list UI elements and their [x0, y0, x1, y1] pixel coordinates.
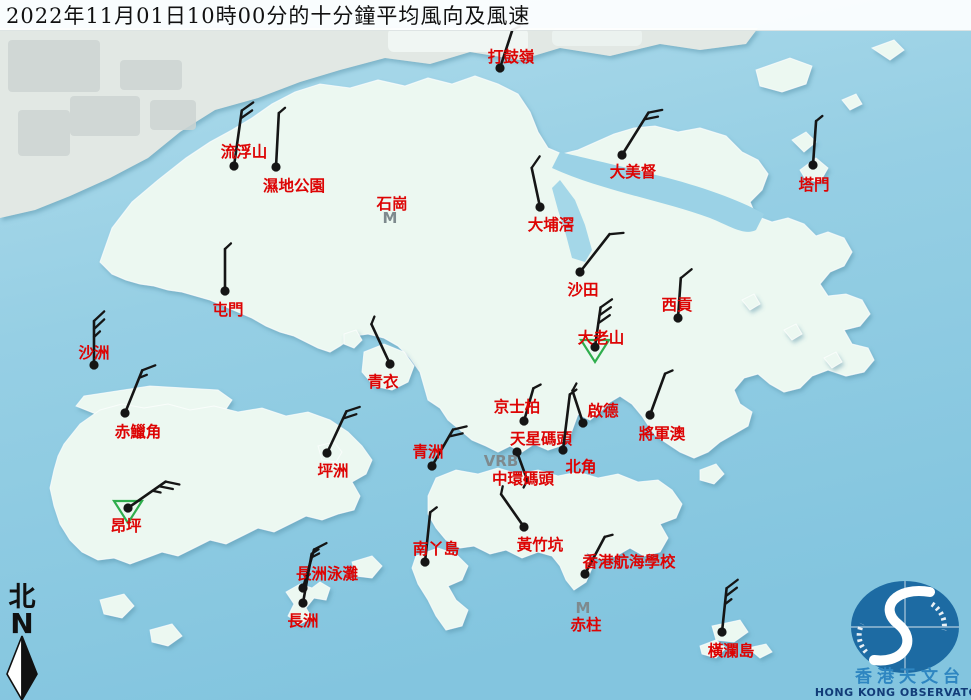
station-label: 青衣 [367, 372, 399, 391]
station-dot [575, 267, 584, 276]
station-label: 沙洲 [78, 344, 109, 362]
station-dot [808, 160, 817, 169]
wind-map-page: 流浮山濕地公園 打鼓嶺大美督大埔滘 塔門 M 石崗屯門沙洲 沙田西貢大老山青衣赤鱲角坪洲昂… [0, 0, 971, 700]
station-label: 大老山 [578, 328, 625, 347]
station-dot [535, 202, 544, 211]
station-dot [322, 448, 331, 457]
station-dot [519, 522, 528, 531]
station-label: 將軍澳 [639, 424, 686, 443]
station-label: 香港航海學校 [582, 552, 676, 571]
station-dot [617, 150, 626, 159]
hong-kong-map: 流浮山濕地公園 打鼓嶺大美督大埔滘 塔門 M 石崗屯門沙洲 沙田西貢大老山青衣赤鱲角坪洲昂… [0, 0, 971, 700]
station-label: 青洲 [412, 442, 443, 461]
station-label: 橫瀾島 [708, 641, 755, 660]
station-label: 南丫島 [413, 539, 460, 558]
station-dot [427, 461, 436, 470]
station-label: 坪洲 [317, 462, 348, 480]
station-dot [271, 162, 280, 171]
station-dot [420, 557, 429, 566]
station-label: 大埔滘 [528, 215, 575, 234]
station-label: 大美督 [610, 162, 657, 181]
map-title: 2022年11月01日10時00分的十分鐘平均風向及風速 [0, 0, 530, 30]
station-dot [220, 286, 229, 295]
compass-letter: N [10, 607, 33, 640]
station-label: 西貢 [661, 296, 693, 314]
station-label: 沙田 [567, 281, 598, 299]
station-marker-vrb: VRB [484, 452, 519, 470]
station-label: 黃竹坑 [516, 535, 564, 554]
station-label: 流浮山 [221, 142, 268, 161]
hko-logo-chinese: 香港天文台 [855, 666, 965, 687]
station-dot [578, 418, 587, 427]
station-label: 京士柏 [494, 397, 541, 416]
station-label: 濕地公園 [263, 176, 325, 195]
station-label: 昂坪 [110, 517, 142, 535]
station-dot [717, 627, 726, 636]
station-dot [229, 161, 238, 170]
station-marker-m: M [576, 599, 591, 617]
station-label: 屯門 [212, 300, 243, 319]
station-dot [298, 598, 307, 607]
station-label: 赤鱲角 [115, 422, 162, 441]
title-bar: 2022年11月01日10時00分的十分鐘平均風向及風速 [0, 0, 971, 31]
station-label: 長洲 [287, 612, 318, 630]
station-label: 赤柱 [570, 615, 602, 634]
station-dot [123, 503, 132, 512]
station-label: 啟德 [587, 401, 619, 420]
station-label: 塔門 [798, 175, 829, 194]
station-dot [558, 445, 567, 454]
station-label: 中環碼頭 [492, 469, 555, 488]
station-dot [645, 410, 654, 419]
station-label: 長洲泳灘 [296, 564, 359, 583]
station-dot [120, 408, 129, 417]
station-label: 打鼓嶺 [488, 47, 535, 66]
station-dot [519, 416, 528, 425]
station-dot [673, 313, 682, 322]
hko-logo-english: HONG KONG OBSERVATORY [815, 686, 971, 699]
station-label: 石崗 [375, 194, 407, 213]
station-dot [385, 359, 394, 368]
station-label: 北角 [565, 457, 596, 476]
